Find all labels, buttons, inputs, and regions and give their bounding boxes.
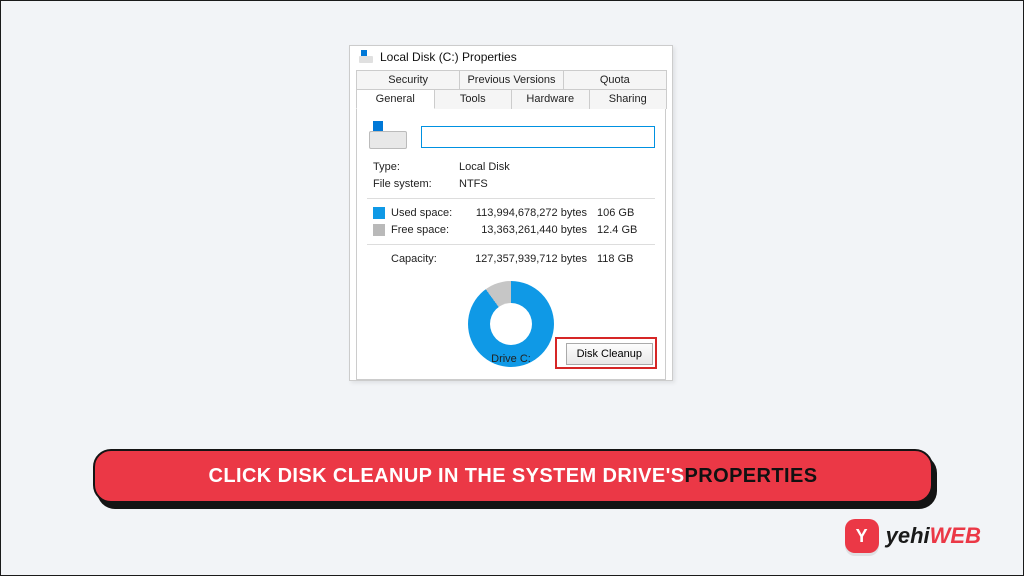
banner-accent: PROPERTIES	[685, 465, 818, 488]
divider	[367, 244, 655, 245]
properties-dialog: Local Disk (C:) Properties Security Prev…	[349, 45, 673, 381]
free-human: 12.4 GB	[593, 224, 653, 236]
tab-security[interactable]: Security	[356, 70, 460, 89]
brand-badge-icon: Y	[845, 519, 879, 553]
free-swatch	[373, 224, 385, 236]
used-bytes: 113,994,678,272 bytes	[471, 207, 593, 219]
capacity-bytes: 127,357,939,712 bytes	[471, 253, 593, 265]
tab-previous-versions[interactable]: Previous Versions	[459, 70, 563, 89]
tab-sharing[interactable]: Sharing	[589, 89, 668, 109]
drive-icon-large	[367, 119, 409, 155]
drive-icon	[358, 50, 374, 64]
brand-logo: Y yehiWEB	[845, 519, 981, 553]
filesystem-value: NTFS	[459, 178, 653, 190]
filesystem-label: File system:	[373, 178, 459, 190]
used-human: 106 GB	[593, 207, 653, 219]
volume-label-input[interactable]	[421, 126, 655, 148]
free-label: Free space:	[391, 224, 471, 236]
brand-wordmark: yehiWEB	[886, 523, 981, 549]
banner-text: CLICK DISK CLEANUP IN THE SYSTEM DRIVE'S	[209, 465, 685, 488]
dialog-title: Local Disk (C:) Properties	[380, 50, 517, 64]
free-bytes: 13,363,261,440 bytes	[471, 224, 593, 236]
used-swatch	[373, 207, 385, 219]
tab-panel-general: Type: Local Disk File system: NTFS Used …	[356, 108, 666, 380]
tab-quota[interactable]: Quota	[563, 70, 667, 89]
capacity-label: Capacity:	[391, 253, 471, 265]
tab-general[interactable]: General	[356, 89, 435, 109]
capacity-human: 118 GB	[593, 253, 653, 265]
tab-tools[interactable]: Tools	[434, 89, 513, 109]
divider	[367, 198, 655, 199]
tab-row-primary: General Tools Hardware Sharing	[356, 89, 666, 109]
used-label: Used space:	[391, 207, 471, 219]
type-label: Type:	[373, 161, 459, 173]
pie-caption: Drive C:	[491, 353, 531, 365]
disk-cleanup-button[interactable]: Disk Cleanup	[566, 343, 653, 365]
tabs: Security Previous Versions Quota General…	[350, 68, 672, 380]
instruction-banner: CLICK DISK CLEANUP IN THE SYSTEM DRIVE'S…	[93, 449, 933, 503]
tab-row-secondary: Security Previous Versions Quota	[356, 70, 666, 89]
dialog-titlebar: Local Disk (C:) Properties	[350, 46, 672, 68]
tab-hardware[interactable]: Hardware	[511, 89, 590, 109]
type-value: Local Disk	[459, 161, 653, 173]
